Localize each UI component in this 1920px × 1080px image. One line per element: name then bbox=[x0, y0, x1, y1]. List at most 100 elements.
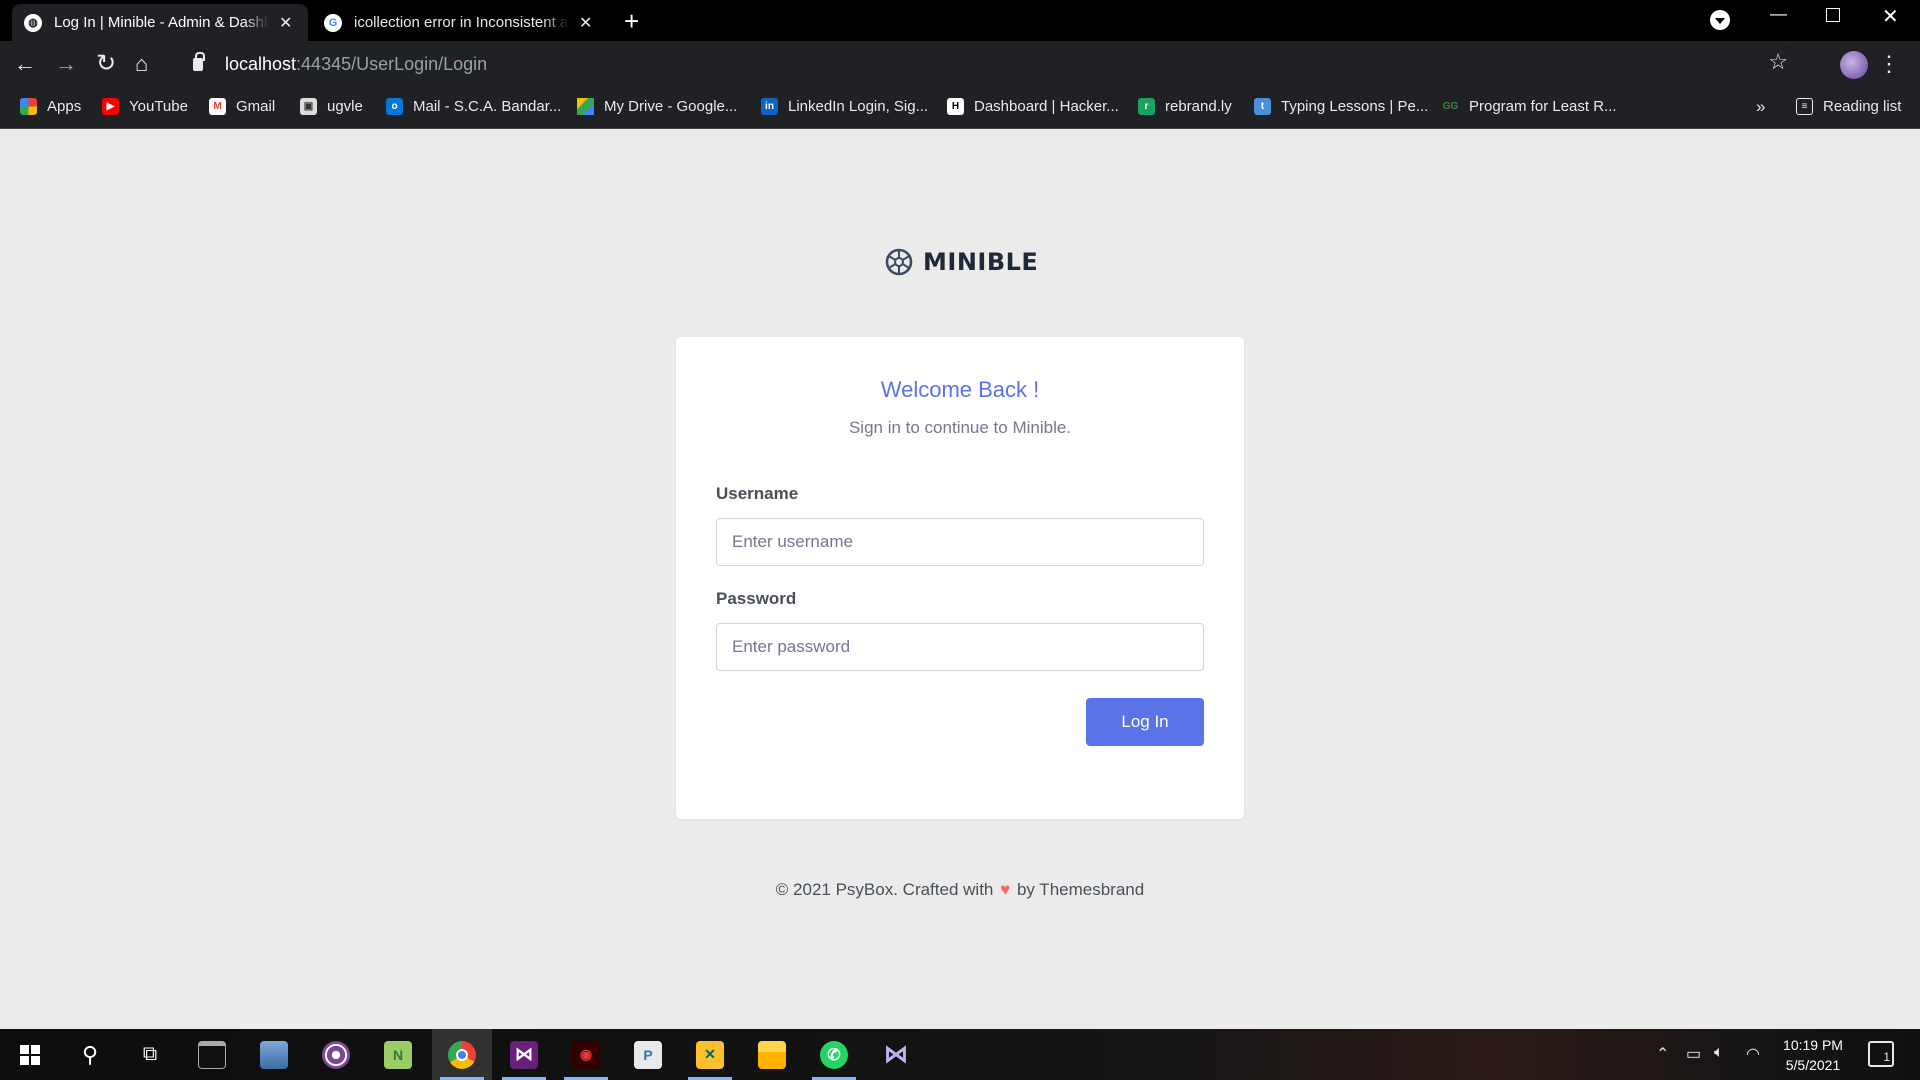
taskbar-search[interactable]: ⚲ bbox=[60, 1029, 120, 1080]
battery-icon[interactable]: ▭ bbox=[1686, 1044, 1701, 1064]
show-hidden-icons[interactable]: ⌃ bbox=[1656, 1044, 1669, 1064]
password-input[interactable] bbox=[716, 623, 1204, 671]
more-bookmarks-icon[interactable]: » bbox=[1756, 97, 1765, 117]
restore-icon[interactable] bbox=[1826, 8, 1840, 22]
python-file-icon: P bbox=[634, 1040, 662, 1069]
welcome-subtitle: Sign in to continue to Minible. bbox=[848, 418, 1072, 437]
gmail-icon: M bbox=[209, 98, 226, 115]
computer-icon bbox=[260, 1040, 288, 1069]
back-icon[interactable]: ← bbox=[14, 51, 36, 77]
login-card: Welcome Back ! Sign in to continue to Mi… bbox=[676, 337, 1244, 819]
typing-icon: t bbox=[1254, 98, 1271, 115]
visual-studio-icon: ⋈ bbox=[510, 1040, 538, 1069]
whatsapp-icon: ✆ bbox=[820, 1040, 848, 1069]
xampp-icon: ✕ bbox=[696, 1040, 724, 1069]
footer-suffix: by Themesbrand bbox=[1016, 880, 1145, 899]
tab-search-icon[interactable] bbox=[1710, 10, 1730, 30]
taskbar-explorer-app[interactable] bbox=[244, 1029, 304, 1080]
visual-studio-preview-icon: ⋈ bbox=[884, 1041, 908, 1068]
address-bar[interactable]: localhost:44345/UserLogin/Login bbox=[178, 47, 1800, 82]
tab-icollection-error[interactable]: G icollection error in Inconsistent acce… bbox=[312, 4, 612, 41]
taskbar-notepad-plus[interactable]: N bbox=[368, 1029, 428, 1080]
taskbar-python[interactable]: P bbox=[618, 1029, 678, 1080]
password-label: Password bbox=[716, 589, 797, 608]
minimize-icon[interactable]: — bbox=[1770, 4, 1787, 24]
close-window-icon[interactable]: ✕ bbox=[1882, 4, 1899, 29]
footer-prefix: © 2021 PsyBox. Crafted with bbox=[775, 880, 994, 899]
browser-menu-icon[interactable]: ⋮ bbox=[1878, 51, 1900, 77]
google-drive-icon bbox=[577, 98, 594, 115]
terminal-icon bbox=[198, 1040, 226, 1069]
bookmark-star-icon[interactable]: ☆ bbox=[1768, 49, 1788, 75]
bookmark-ugvle[interactable]: ▣ ugvle bbox=[300, 98, 363, 115]
outlook-icon: o bbox=[386, 98, 403, 115]
windows-taskbar: ⚲ ⧉ N ⋈ ◉ P ✕ ✆ ⋈ ⌃ ▭ 🔈︎ ◠ 10:19 PM 5/5/… bbox=[0, 1029, 1920, 1080]
brand-name: MINIBLE bbox=[923, 248, 1039, 276]
bookmark-linkedin[interactable]: in LinkedIn Login, Sig... bbox=[761, 98, 928, 115]
reload-icon[interactable]: ↻ bbox=[96, 51, 116, 77]
brand[interactable]: MINIBLE bbox=[885, 248, 1038, 276]
bookmark-rebrandly[interactable]: r rebrand.ly bbox=[1138, 98, 1232, 115]
task-view-button[interactable]: ⧉ bbox=[120, 1029, 180, 1080]
profile-avatar[interactable] bbox=[1840, 51, 1868, 79]
reading-list-icon: ≡ bbox=[1796, 98, 1813, 115]
linkedin-icon: in bbox=[761, 98, 778, 115]
url-text[interactable]: localhost:44345/UserLogin/Login bbox=[225, 54, 487, 75]
bookmark-drive[interactable]: My Drive - Google... bbox=[577, 98, 737, 115]
taskbar-vs-preview[interactable]: ⋈ bbox=[866, 1029, 926, 1080]
bookmark-typing[interactable]: t Typing Lessons | Pe... bbox=[1254, 98, 1428, 115]
bookmark-hackerrank[interactable]: H Dashboard | Hacker... bbox=[947, 98, 1119, 115]
login-button[interactable]: Log In bbox=[1086, 698, 1204, 746]
volume-icon[interactable]: 🔈︎ bbox=[1714, 1044, 1724, 1062]
hackerrank-icon: H bbox=[947, 98, 964, 115]
browser-toolbar: ← → ↻ ⌂ localhost:44345/UserLogin/Login … bbox=[0, 41, 1920, 88]
start-button[interactable] bbox=[0, 1029, 60, 1080]
forward-icon[interactable]: → bbox=[55, 51, 77, 77]
page-content: MINIBLE Welcome Back ! Sign in to contin… bbox=[0, 129, 1920, 1029]
geeksforgeeks-icon: GG bbox=[1442, 101, 1459, 112]
windows-logo-icon bbox=[20, 1044, 40, 1065]
action-center-icon[interactable]: 1 bbox=[1868, 1041, 1894, 1067]
ugvle-icon: ▣ bbox=[300, 98, 317, 115]
clock-date: 5/5/2021 bbox=[1785, 1057, 1841, 1073]
bookmark-gmail[interactable]: M Gmail bbox=[209, 98, 275, 115]
chrome-icon bbox=[448, 1040, 476, 1069]
taskbar-tor-browser[interactable] bbox=[306, 1029, 366, 1080]
new-tab-icon[interactable]: + bbox=[624, 8, 639, 34]
minible-favicon-icon: ◍ bbox=[24, 13, 42, 32]
taskbar-app-red[interactable]: ◉ bbox=[556, 1029, 616, 1080]
apps-grid-icon bbox=[20, 98, 37, 115]
tab-title: icollection error in Inconsistent access… bbox=[354, 14, 569, 31]
rebrandly-icon: r bbox=[1138, 98, 1155, 115]
taskbar-xampp[interactable]: ✕ bbox=[680, 1029, 740, 1080]
folder-icon bbox=[758, 1040, 786, 1069]
clock-time: 10:19 PM bbox=[1783, 1037, 1843, 1053]
wifi-icon[interactable]: ◠ bbox=[1746, 1044, 1760, 1064]
system-clock[interactable]: 10:19 PM 5/5/2021 bbox=[1768, 1035, 1858, 1075]
tab-title: Log In | Minible - Admin & Dashboard Tem… bbox=[54, 14, 269, 31]
heart-icon: ♥ bbox=[1000, 880, 1011, 899]
lock-icon bbox=[193, 52, 205, 71]
taskbar-file-explorer[interactable] bbox=[742, 1029, 802, 1080]
footer: © 2021 PsyBox. Crafted with ♥ by Themesb… bbox=[0, 880, 1920, 900]
google-favicon-icon: G bbox=[324, 13, 342, 32]
bookmarks-bar: Apps ▶ YouTube M Gmail ▣ ugvle o Mail - … bbox=[0, 88, 1920, 129]
bookmark-mail[interactable]: o Mail - S.C.A. Bandar... bbox=[386, 98, 561, 115]
taskbar-chrome[interactable] bbox=[432, 1029, 492, 1080]
taskbar-whatsapp[interactable]: ✆ bbox=[804, 1029, 864, 1080]
close-tab-icon[interactable]: ✕ bbox=[279, 13, 292, 33]
home-icon[interactable]: ⌂ bbox=[135, 51, 148, 77]
bookmark-gfg[interactable]: GG Program for Least R... bbox=[1442, 98, 1617, 115]
notepad-plus-icon: N bbox=[384, 1040, 412, 1069]
tab-login[interactable]: ◍ Log In | Minible - Admin & Dashboard T… bbox=[12, 4, 308, 41]
taskbar-terminal[interactable] bbox=[182, 1029, 242, 1080]
taskbar-visual-studio[interactable]: ⋈ bbox=[494, 1029, 554, 1080]
reading-list-button[interactable]: ≡ Reading list bbox=[1796, 98, 1901, 115]
minible-logo-icon bbox=[885, 248, 913, 276]
bookmark-youtube[interactable]: ▶ YouTube bbox=[102, 98, 188, 115]
bookmark-apps[interactable]: Apps bbox=[20, 98, 81, 115]
close-tab-icon[interactable]: ✕ bbox=[579, 13, 592, 33]
username-input[interactable] bbox=[716, 518, 1204, 566]
browser-tab-bar: ◍ Log In | Minible - Admin & Dashboard T… bbox=[0, 0, 1920, 41]
welcome-heading: Welcome Back ! bbox=[880, 377, 1040, 402]
